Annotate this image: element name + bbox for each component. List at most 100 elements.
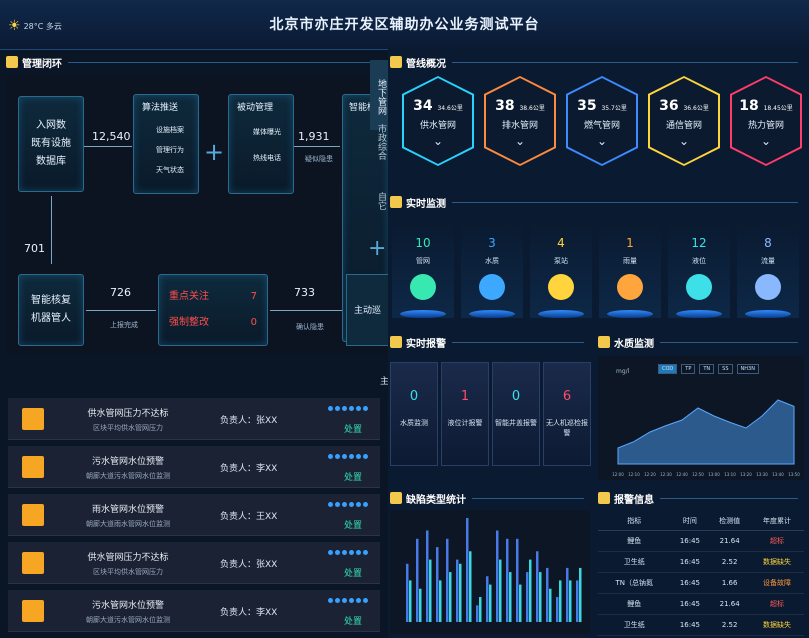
platform [538,310,584,318]
monitor-card[interactable]: 10 管网 [392,220,454,318]
plus-icon: + [368,236,387,261]
table-row: TN（总钠氮 16:45 1.66 设备故障 [598,572,804,594]
monitor-name: 水质 [485,257,499,265]
bar [459,563,462,622]
priority-box[interactable]: 重点关注 7 强制整改 0 [158,274,268,346]
section-realtime-monitor: 实时监测 [390,192,804,212]
monitor-value: 8 [764,236,772,250]
pipeline-card[interactable]: 35 35.7公里 燃气管网 ⌄ [566,76,638,166]
cell: 16:45 [670,551,710,573]
bar [406,563,409,622]
x-tick-label: 12:00 [612,472,624,477]
alert-icon [22,504,44,526]
alarm-name: 智能井盖报警 [495,419,537,427]
task-title: 供水管网压力不达标 [87,553,169,563]
bar [426,530,429,622]
handle-button[interactable]: 处置 [344,422,362,435]
bar [416,538,419,622]
monitor-card[interactable]: 1 雨量 [599,220,661,318]
force-value: 0 [250,317,257,328]
vertical-tab[interactable]: 地下管网 [370,60,388,130]
pipeline-card[interactable]: 36 36.6公里 通信管网 ⌄ [648,76,720,166]
alarm-card[interactable]: 6 无人机巡检报警 [543,362,591,466]
task-sub: 朝廊大道雨水管网水位监测 [86,520,170,528]
cell: 卫生纸 [598,551,671,573]
alert-icon [22,600,44,622]
platform [745,310,791,318]
bar [496,530,499,622]
pipeline-card[interactable]: 38 38.6公里 排水管网 ⌄ [484,76,556,166]
bar [419,588,422,622]
verify-box[interactable]: 智能核复 机器管人 [18,274,84,346]
database-box[interactable]: 入网数 既有设施 数据库 [18,96,84,192]
task-owner: 负责人：王XX [220,512,278,522]
active-box[interactable]: 主动巡 [346,274,388,346]
arrow-line [84,146,132,147]
algo-title: 算法推送 [142,103,179,113]
bar [546,567,549,622]
section-title: 缺陷类型统计 [406,494,466,506]
passive-box[interactable]: 被动管理 媒体曝光 热线电话 [228,94,294,194]
verify-line: 机器管人 [31,313,71,324]
alarm-card[interactable]: 0 智能井盖报警 [492,362,540,466]
defect-chart-panel [390,510,590,634]
alarm-card[interactable]: 0 水质监测 [390,362,438,466]
handle-button[interactable]: 处置 [344,614,362,627]
monitor-card[interactable]: 4 泵站 [530,220,592,318]
warning-icon [598,492,610,504]
vertical-tab[interactable]: 市政综合 [372,124,388,174]
col-header: 检测值 [709,512,750,531]
section-defect-stats: 缺陷类型统计 [390,488,590,508]
alarm-name: 水质监测 [400,419,428,427]
pipeline-card[interactable]: 34 34.6公里 供水管网 ⌄ [402,76,474,166]
bar [576,580,579,622]
task-title: 雨水管网水位预警 [91,505,164,515]
divider [660,341,798,343]
force-row: 强制整改 0 [169,314,257,332]
bar [506,538,509,622]
section-title: 水质监测 [614,338,654,350]
cell-status: 数据缺失 [749,551,804,573]
focus-value: 7 [250,291,257,302]
alarm-card[interactable]: 1 液位计报警 [441,362,489,466]
pipeline-value: 38 38.6公里 [495,98,545,114]
pipeline-card[interactable]: 18 18.45公里 热力管网 ⌄ [730,76,802,166]
pipeline-name: 排水管网 [501,121,538,131]
water-area [617,399,795,465]
monitor-card[interactable]: 3 水质 [461,220,523,318]
cell: 1.66 [709,572,750,594]
water-chart-panel: COD TP TN SS NH3N mg/l 12:00 12:10 12:20 12:30 1… [598,356,804,480]
algo-box[interactable]: 算法推送 设施档案 管理行为 天气状态 [133,94,199,194]
monitor-icon [479,274,505,300]
alarm-value: 6 [562,389,572,404]
section-realtime-alarm: 实时报警 [390,332,590,352]
monitor-icon [548,274,574,300]
divider [452,61,798,63]
x-tick-label: 12:50 [692,472,704,477]
page-title: 北京市亦庄开发区辅助办公业务测试平台 [269,17,540,33]
section-pipeline: 管线概况 [390,52,804,72]
x-tick-label: 13:30 [756,472,768,477]
handle-button[interactable]: 处置 [344,470,362,483]
chevron-down-icon: ⌄ [596,134,608,148]
handle-button[interactable]: 处置 [344,518,362,531]
task-sub: 朝廊大道污水管网水位监测 [86,472,170,480]
monitor-icon [410,274,436,300]
table-row: 鲤鱼 16:45 21.64 超标 [598,593,804,615]
bar [579,567,582,622]
chart-icon [390,492,402,504]
count-label: 12,540 [92,130,131,143]
monitor-card[interactable]: 12 液位 [668,220,730,318]
progress-dots [328,454,368,459]
bar [559,580,562,622]
count-sub: 上报完成 [110,321,138,329]
loop-icon [6,56,18,68]
monitor-card[interactable]: 8 流量 [737,220,799,318]
bar [499,559,502,622]
divider [472,497,584,499]
platform [469,310,515,318]
vertical-tab[interactable]: 自它 [372,192,388,222]
platform [400,310,446,318]
task-owner: 负责人：李XX [220,464,278,474]
handle-button[interactable]: 处置 [344,566,362,579]
